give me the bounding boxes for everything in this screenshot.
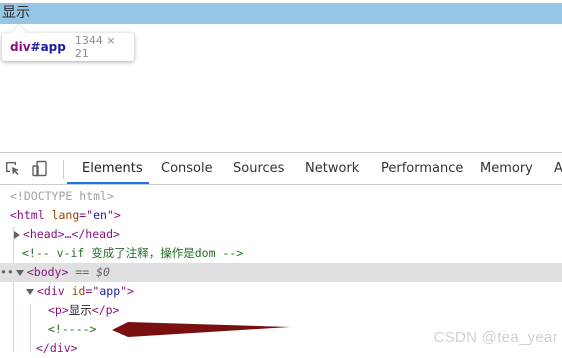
tab-network[interactable]: Network (305, 153, 359, 184)
tab-elements[interactable]: Elements (82, 153, 143, 184)
inspect-cursor-icon[interactable] (4, 160, 22, 178)
tab-performance[interactable]: Performance (381, 153, 463, 184)
tab-sources[interactable]: Sources (233, 153, 284, 184)
collapse-triangle-icon[interactable] (26, 288, 34, 295)
device-toggle-icon[interactable] (31, 160, 49, 178)
devtools-toolbar: Elements Console Sources Network Perform… (0, 152, 562, 185)
watermark: CSDN @tea_year (433, 329, 558, 346)
tab-more[interactable]: A (554, 153, 562, 184)
toolbar-separator (63, 160, 64, 179)
dom-line-doctype[interactable]: <!DOCTYPE html> (0, 187, 562, 206)
dom-line-div-app[interactable]: <div id="app"> (0, 282, 562, 301)
dom-line-p[interactable]: <p>显示</p> (0, 301, 562, 320)
tooltip-tag: div (10, 40, 31, 54)
page-viewport: 显示 div #app 1344 × 21 (0, 0, 562, 152)
tab-console[interactable]: Console (161, 153, 213, 184)
dom-line-head[interactable]: <head>…</head> (0, 225, 562, 244)
element-tooltip: div #app 1344 × 21 (2, 33, 134, 61)
app-div-highlight[interactable]: 显示 (0, 3, 562, 24)
tab-memory[interactable]: Memory (480, 153, 533, 184)
elements-dom-tree: <!DOCTYPE html> <html lang="en"> <head>…… (0, 185, 562, 355)
active-tab-indicator (67, 182, 149, 184)
dom-line-comment[interactable]: <!-- v-if 变成了注释，操作是dom --> (0, 244, 562, 263)
collapse-triangle-icon[interactable] (15, 269, 24, 276)
more-dots-icon[interactable]: •• (0, 265, 14, 279)
expand-triangle-icon[interactable] (14, 230, 20, 239)
tooltip-id: #app (30, 40, 66, 54)
doctype-text: <!DOCTYPE html> (10, 189, 114, 203)
dom-line-html[interactable]: <html lang="en"> (0, 206, 562, 225)
dom-line-body-selected[interactable]: •• <body> == $0 (0, 263, 562, 282)
tooltip-size: 1344 × 21 (74, 34, 116, 60)
app-text: 显示 (2, 5, 30, 21)
